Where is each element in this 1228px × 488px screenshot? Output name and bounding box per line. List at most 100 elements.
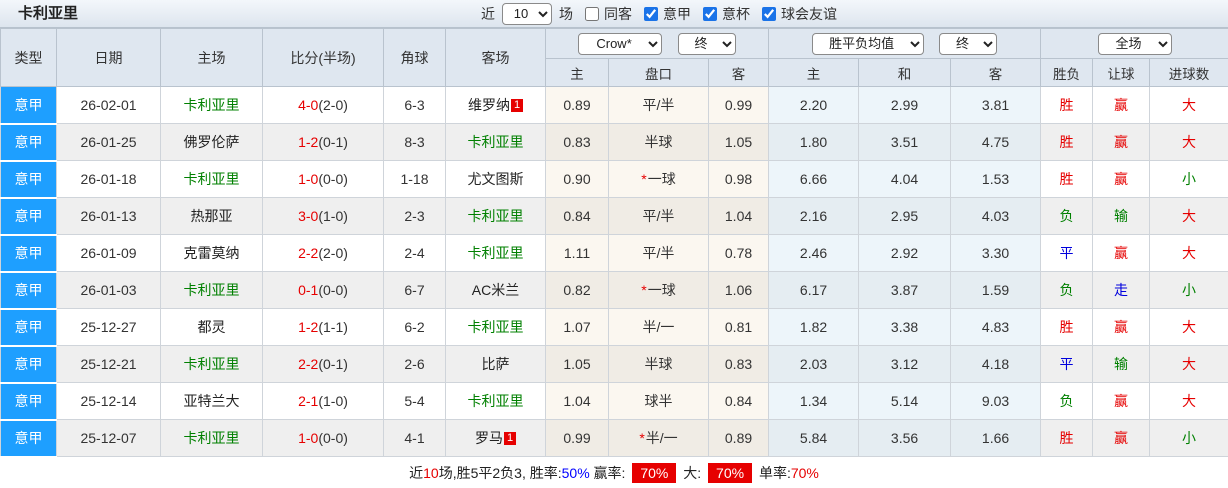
col-header-score: 比分(半场) (262, 28, 384, 87)
avg-draw-odds-cell: 3.38 (858, 308, 952, 346)
same-venue-checkbox[interactable] (585, 6, 599, 21)
footer-segment: 70% (790, 465, 819, 481)
goals-cell: 大 (1149, 345, 1228, 383)
avg-time-select[interactable]: 终 (939, 32, 998, 55)
away-team-cell: 卡利亚里 (445, 123, 546, 161)
away-team-cell: 罗马 1 (445, 419, 546, 457)
near-count-select[interactable]: 10 (502, 2, 552, 25)
handicap-line-cell: 半球 (608, 345, 709, 383)
result-cell: 胜 (1040, 419, 1094, 457)
handicap-line-cell: 球半 (608, 382, 709, 420)
match-row: 意甲 26-01-13 热那亚 3-0(1-0) 2-3 卡利亚里 0.84 平/半 1.04 2… (0, 197, 1228, 236)
result-cell: 胜 (1040, 123, 1094, 161)
goals-cell: 小 (1149, 419, 1228, 457)
avg-away-odds-cell: 4.03 (950, 197, 1042, 235)
handicap-away-odds-cell: 1.05 (707, 123, 770, 161)
corners-cell: 6-2 (383, 308, 446, 346)
away-team-cell: 卡利亚里 (445, 234, 546, 272)
match-scope-select[interactable]: 全场 (1097, 32, 1172, 55)
handicap-line-cell: 平/半 (608, 86, 709, 124)
date-cell: 25-12-27 (56, 308, 161, 346)
handicap-home-odds-cell: 0.89 (545, 86, 609, 124)
corners-cell: 2-4 (383, 234, 446, 272)
date-cell: 26-01-03 (56, 271, 161, 309)
stats-footer: 近10场,胜5平2负3, 胜率:50% 赢率: 70% 大: 70% 单率:70… (0, 457, 1228, 488)
goals-cell: 大 (1149, 234, 1228, 272)
score-cell: 3-0(1-0) (262, 197, 384, 235)
score-cell: 4-0(2-0) (262, 86, 384, 124)
top-filter-bar: 卡利亚里 近 10 场 同客 意甲 意杯 球会友谊 (0, 0, 1228, 28)
avg-home-odds-cell: 2.03 (768, 345, 860, 383)
avg-home-odds-cell: 1.80 (768, 123, 860, 161)
handicap-line-cell: 平/半 (608, 234, 709, 272)
avg-away-odds-cell: 3.81 (950, 86, 1042, 124)
col-header-corners: 角球 (383, 28, 446, 87)
home-team-cell: 卡利亚里 (160, 345, 263, 383)
handicap-home-odds-cell: 0.83 (545, 123, 609, 161)
handicap-time-select[interactable]: 终 (677, 32, 736, 55)
avg-draw-odds-cell: 5.14 (858, 382, 952, 420)
club-friendly-label: 球会友谊 (781, 5, 837, 22)
filter-controls: 近 10 场 同客 意甲 意杯 球会友谊 (481, 2, 837, 25)
avg-away-odds-cell: 1.59 (950, 271, 1042, 309)
date-cell: 26-01-13 (56, 197, 161, 235)
result-group-header: 全场 (1040, 28, 1228, 59)
result-cell: 胜 (1040, 160, 1094, 198)
league-cell: 意甲 (0, 197, 57, 236)
score-cell: 1-2(0-1) (262, 123, 384, 161)
handicap-away-odds-cell: 0.83 (707, 345, 770, 383)
avg-draw-odds-cell: 2.99 (858, 86, 952, 124)
league-cell: 意甲 (0, 160, 57, 199)
avg-odds-group-header: 胜平负均值 终 (768, 28, 1042, 59)
handicap-line-cell: 平/半 (608, 197, 709, 235)
avg-odds-select[interactable]: 胜平负均值 (811, 32, 924, 55)
handicap-result-cell: 赢 (1092, 308, 1151, 346)
date-cell: 26-01-25 (56, 123, 161, 161)
league-cell: 意甲 (0, 308, 57, 347)
odds-provider-select[interactable]: Crow* (578, 32, 663, 55)
coppa-italia-checkbox[interactable] (703, 6, 717, 21)
away-team-cell: 尤文图斯 (445, 160, 546, 198)
coppa-italia-label: 意杯 (722, 5, 750, 22)
score-cell: 1-0(0-0) (262, 160, 384, 198)
avg-home-odds-cell: 1.34 (768, 382, 860, 420)
handicap-result-cell: 赢 (1092, 160, 1151, 198)
avg-draw-odds-cell: 4.04 (858, 160, 952, 198)
result-cell: 胜 (1040, 308, 1094, 346)
live-star-icon: * (641, 282, 647, 298)
footer-segment: 大: (679, 465, 706, 481)
col-header-home: 主场 (160, 28, 263, 87)
handicap-home-odds-cell: 1.04 (545, 382, 609, 420)
subcol-handicap-line: 盘口 (608, 58, 709, 87)
serie-a-checkbox[interactable] (644, 6, 658, 21)
handicap-home-odds-cell: 0.99 (545, 419, 609, 457)
away-team-cell: 卡利亚里 (445, 197, 546, 235)
footer-segment: 场,胜5平2负3, 胜率: (438, 465, 562, 481)
col-header-type: 类型 (0, 28, 57, 87)
league-cell: 意甲 (0, 419, 57, 458)
handicap-away-odds-cell: 0.78 (707, 234, 770, 272)
goals-cell: 大 (1149, 382, 1228, 420)
home-team-cell: 都灵 (160, 308, 263, 346)
corners-cell: 6-3 (383, 86, 446, 124)
handicap-away-odds-cell: 0.99 (707, 86, 770, 124)
match-row: 意甲 26-01-09 克雷莫纳 2-2(2-0) 2-4 卡利亚里 1.11 平/半 0.78… (0, 234, 1228, 273)
handicap-home-odds-cell: 1.07 (545, 308, 609, 346)
away-team-cell: 维罗纳 1 (445, 86, 546, 124)
score-cell: 2-2(2-0) (262, 234, 384, 272)
avg-home-odds-cell: 6.66 (768, 160, 860, 198)
footer-segment: 单率: (755, 465, 791, 481)
home-team-cell: 克雷莫纳 (160, 234, 263, 272)
club-friendly-checkbox[interactable] (762, 6, 776, 21)
result-cell: 平 (1040, 234, 1094, 272)
goals-cell: 大 (1149, 197, 1228, 235)
red-card-badge: 1 (504, 432, 516, 445)
score-cell: 1-2(1-1) (262, 308, 384, 346)
avg-away-odds-cell: 1.66 (950, 419, 1042, 457)
date-cell: 25-12-07 (56, 419, 161, 457)
handicap-result-cell: 走 (1092, 271, 1151, 309)
league-cell: 意甲 (0, 382, 57, 421)
match-row: 意甲 25-12-21 卡利亚里 2-2(0-1) 2-6 比萨 1.05 半球 0.83 2.0… (0, 345, 1228, 384)
handicap-result-cell: 赢 (1092, 123, 1151, 161)
home-team-cell: 卡利亚里 (160, 419, 263, 457)
